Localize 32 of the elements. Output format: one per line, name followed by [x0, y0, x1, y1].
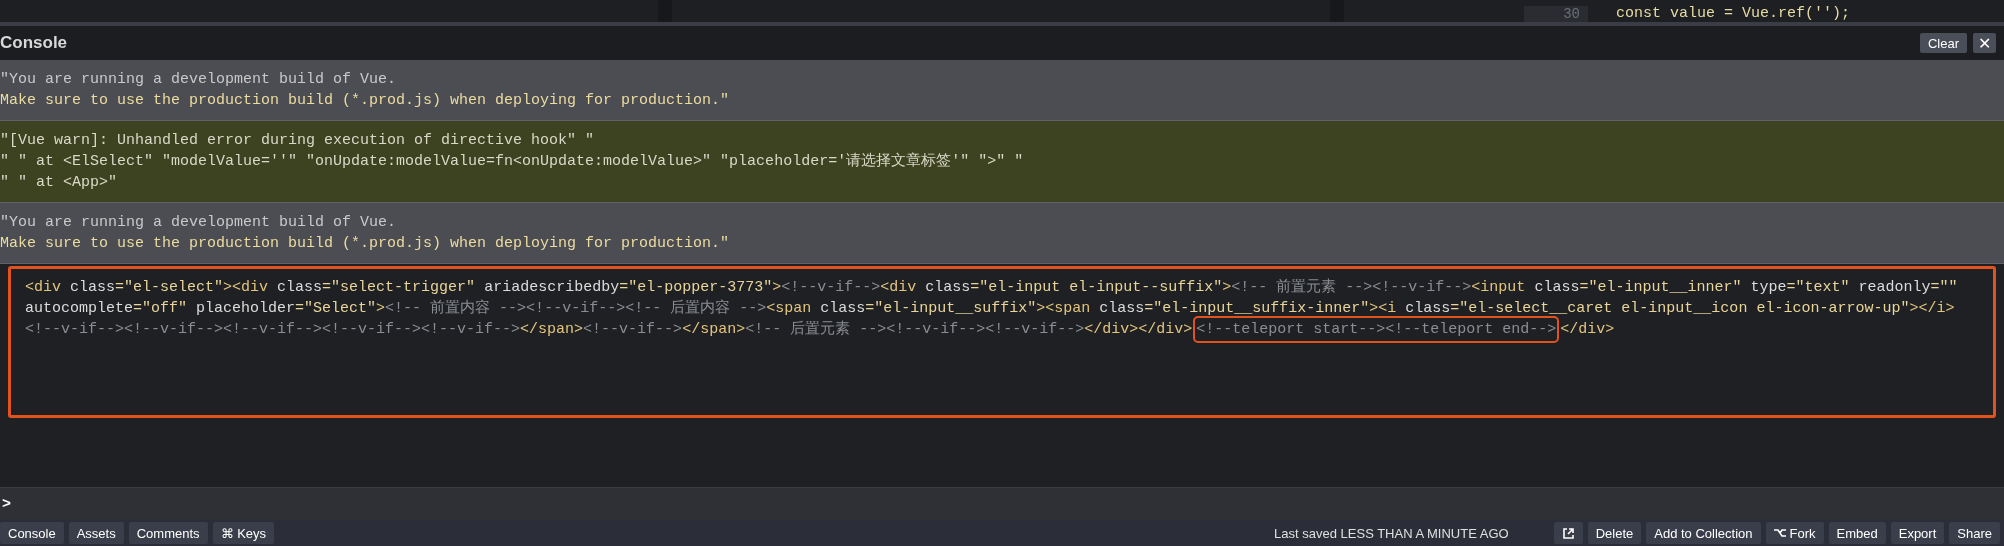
action-button[interactable]: Share — [1949, 522, 2000, 544]
highlighted-code: <!--teleport start--><!--teleport end--> — [1196, 319, 1557, 340]
clear-button[interactable]: Clear — [1919, 33, 1967, 53]
log-message-line: Make sure to use the production build (*.prod.js) when deploying for production." — [0, 91, 731, 111]
save-status: Last saved LESS THAN A MINUTE AGO — [1274, 525, 1509, 541]
external-link-icon — [1561, 526, 1575, 540]
close-button[interactable]: ✕ — [1973, 33, 1996, 53]
log-message-line: "You are running a development build of Vue. — [0, 70, 398, 90]
action-button[interactable]: Export — [1890, 522, 1945, 544]
warning-message-line: "[Vue warn]: Unhandled error during execution of directive hook" " — [0, 131, 596, 151]
code-text: </div> — [1560, 321, 1615, 338]
log-message-line: Make sure to use the production build (*.prod.js) when deploying for production." — [0, 234, 731, 254]
footer-tab[interactable]: Assets — [68, 522, 124, 544]
code-line: const value = Vue.ref(''); — [1616, 6, 1851, 22]
warning-message-line: " " at <ElSelect" "modelValue=''" "onUpdate:modelValue=fn<onUpdate:modelValue>" "placeholder='请选择文章标签'" ">" " — [0, 151, 1025, 172]
warning-message-line: " " at <App>" — [0, 173, 119, 193]
footer-tab[interactable]: Comments — [128, 522, 208, 544]
code-text: autocomplete="off" placeholder="Select"><!-- 前置内容 --><!--v-if--><!-- 后置内容 --><span class="el-input__suffix"><span class="el-input__suffix-inner"><i class="el-select__caret el-input__icon el-icon-arrow-up"></i> — [25, 300, 1955, 317]
action-button[interactable]: Embed — [1828, 522, 1886, 544]
open-external-button[interactable] — [1553, 522, 1583, 544]
log-message-line: "You are running a development build of Vue. — [0, 213, 398, 233]
prompt-symbol: > — [2, 495, 11, 513]
panel-title: Console — [0, 33, 69, 53]
footer-tab[interactable]: Console — [0, 522, 64, 544]
fork-button[interactable]: Fork — [1765, 522, 1824, 544]
action-button[interactable]: Add to Collection — [1646, 522, 1761, 544]
footer-tab[interactable]: ⌘ Keys — [212, 522, 275, 544]
action-button[interactable]: Delete — [1587, 522, 1642, 544]
fork-icon — [1773, 528, 1786, 538]
code-text: <div class="el-select"><div class="select-trigger" ariadescribedby="el-popper-3773"><!--v-if--><div class="el-input el-input--suffix"><!-- 前置元素 --><!--v-if--><input class="el-input__inner" type="text" readonly="" — [25, 279, 1958, 296]
line-number: 30 — [1524, 6, 1588, 22]
code-text: <!--v-if--><!--v-if--><!--v-if--><!--v-if--><!--v-if--></span><!--v-if--></span><!-- 后置元素 --><!--v-if--><!--v-if--></div></div> — [25, 321, 1193, 338]
